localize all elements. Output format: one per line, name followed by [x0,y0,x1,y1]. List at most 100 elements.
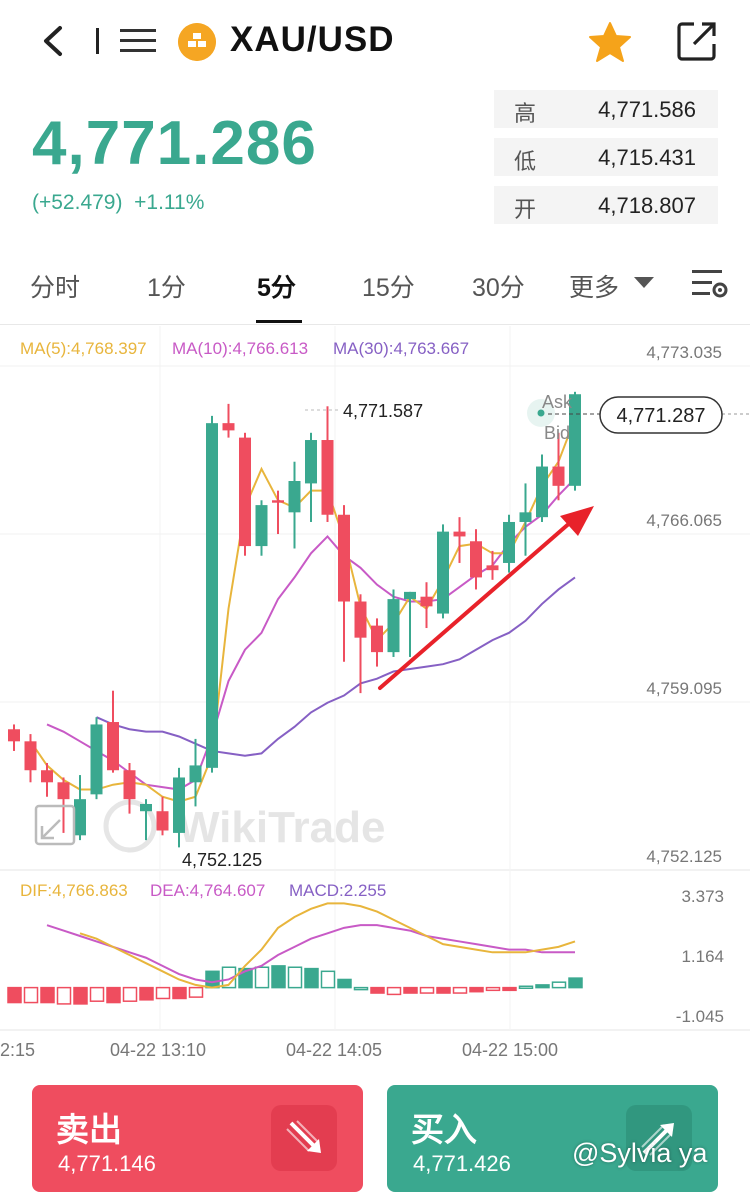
open-value: 4,718.807 [598,193,696,218]
candle [486,550,499,580]
buy-label: 买入 [411,1111,477,1148]
x-tick-label: 04-22 13:10 [110,1040,206,1060]
tabs-divider [0,324,750,325]
macd-bar [535,984,550,989]
candle-body [338,514,350,602]
favorite-star-icon[interactable] [587,20,633,66]
ma10-legend: MA(10):4,766.613 [172,339,308,358]
candle-body [123,770,136,800]
candle-body [222,423,235,431]
macd-bar [23,986,39,1004]
tab-30min[interactable]: 30分 [472,268,525,304]
share-icon[interactable] [676,20,718,62]
macd-bar [469,986,484,993]
price-change: (+52.479) +1.11% [32,191,204,215]
high-annotation: 4,771.587 [343,401,423,421]
macd-panel [7,902,583,1005]
candle [272,490,284,535]
macd-bar [188,986,204,998]
change-amount: (+52.479) [32,191,123,214]
high-value: 4,771.586 [598,97,696,122]
sell-button[interactable]: 卖出 4,771.146 [32,1085,363,1192]
macd-y-tick: 1.164 [681,947,724,966]
candle [74,775,86,841]
candle-body [371,625,383,653]
macd-bar [73,986,88,1005]
candle-body [189,765,202,783]
dea-legend: DEA:4,764.607 [150,881,265,900]
candle-body [107,722,119,771]
macd-bar [106,986,121,1004]
y-tick-label: 4,766.065 [646,511,722,530]
tab-more[interactable]: 更多 [569,268,619,304]
macd-bar [139,986,154,1001]
candle [8,724,20,751]
tab-5min[interactable]: 5分 [257,268,296,304]
x-tick-label: 2:15 [0,1040,35,1060]
candle [123,763,136,814]
candlestick-chart[interactable]: MA(5):4,768.397 MA(10):4,766.613 MA(30):… [0,326,750,1066]
candle [420,582,433,629]
current-price-tag: 4,771.287 [617,405,706,427]
candle [536,454,548,522]
candle [239,432,251,556]
macd-bar [155,986,171,1000]
change-percent: +1.11% [134,191,205,214]
tab-15min[interactable]: 15分 [362,268,415,304]
candle-body [74,799,86,836]
ma30-legend: MA(30):4,763.667 [333,339,469,358]
candle-body [420,596,433,607]
y-tick-label: 4,759.095 [646,679,722,698]
candle-body [387,599,400,653]
candle-body [255,505,268,547]
candle [371,618,383,667]
chart-settings-icon[interactable] [690,266,730,302]
macd-bar [485,986,501,992]
macd-legend: MACD:2.255 [289,881,386,900]
macd-bar [320,970,336,989]
macd-bar [40,986,55,1004]
tab-1min[interactable]: 1分 [147,268,186,304]
candle-body [470,541,482,578]
candle-body [536,466,548,518]
high-stat: 高 4,771.586 [494,90,718,128]
candle-body [321,440,334,515]
tab-timeshare[interactable]: 分时 [30,268,80,304]
macd-bar [551,981,567,989]
candle-body [486,565,499,571]
candle [470,529,482,590]
candle-body [354,601,367,638]
caret-down-icon[interactable] [634,277,654,288]
candle [189,738,202,807]
x-tick-label: 04-22 14:05 [286,1040,382,1060]
candle-body [437,531,449,614]
bid-label: Bid [544,423,570,443]
ma5-legend: MA(5):4,768.397 [20,339,147,358]
candle [437,524,449,619]
expand-chart-icon[interactable] [34,804,76,846]
candle [24,734,37,783]
candle [519,483,532,556]
menu-icon[interactable] [120,26,156,56]
macd-bar [254,966,270,989]
candle-body [239,437,251,547]
current-price: 4,771.286 [32,109,317,178]
back-arrow-icon[interactable] [38,24,68,58]
candle-body [90,724,103,795]
macd-bar [172,986,187,1000]
macd-bar [502,986,517,992]
ma10-line [46,477,576,791]
macd-bar [122,986,138,1002]
low-annotation: 4,752.125 [182,850,262,870]
candle-body [288,481,301,513]
candle [387,589,400,657]
symbol-title: XAU/USD [230,20,395,59]
interval-tabs: 分时 1分 5分 15分 30分 更多 [0,258,750,324]
low-value: 4,715.431 [598,145,696,170]
candle-body [519,512,532,522]
candle [338,505,350,662]
arrow-down-right-icon [271,1105,337,1171]
candle [222,403,235,438]
candle-body [140,803,152,812]
author-watermark: @Sylvia ya [572,1138,708,1168]
